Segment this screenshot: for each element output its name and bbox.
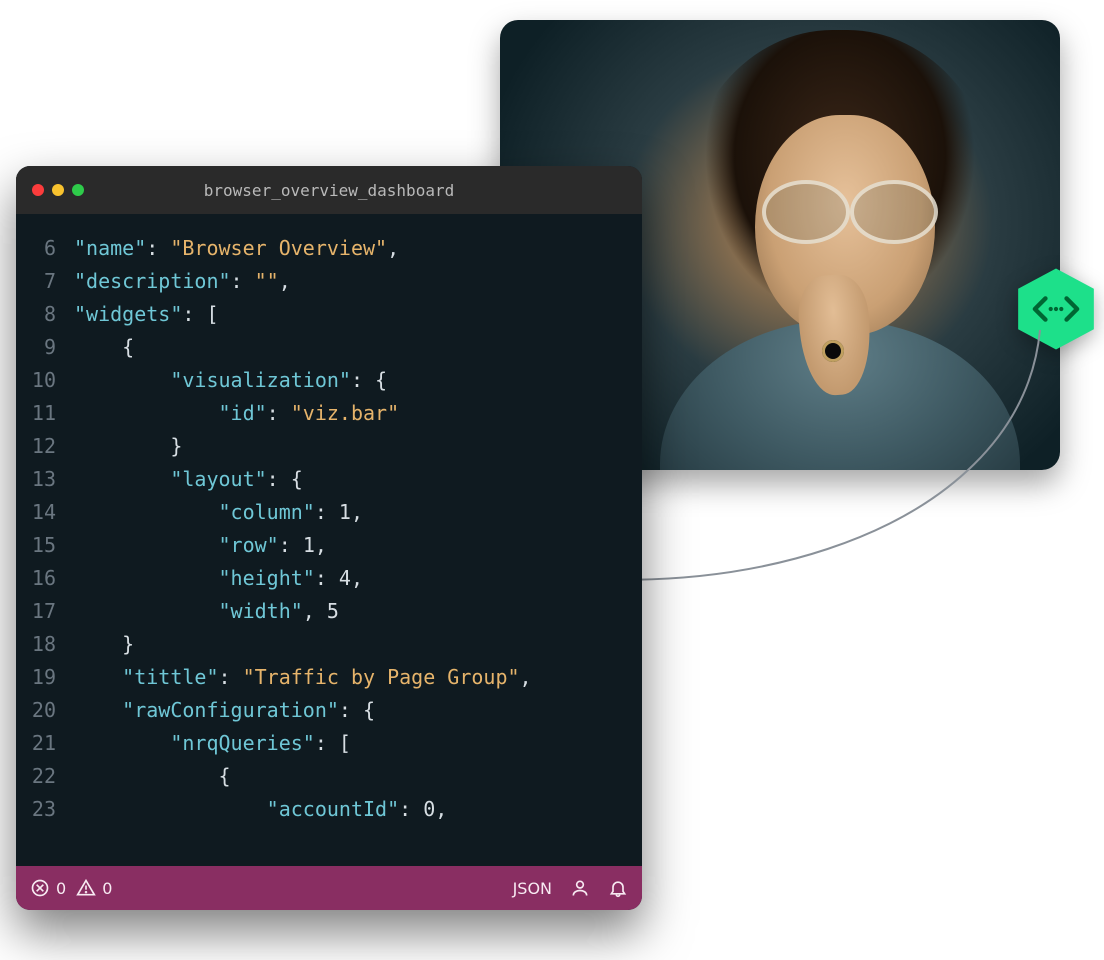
close-icon[interactable] [32, 184, 44, 196]
photo-ring [822, 340, 844, 362]
code-line[interactable]: 10 "visualization": { [16, 364, 642, 397]
code-line[interactable]: 22 { [16, 760, 642, 793]
status-bar: 0 0 JSON [16, 866, 642, 910]
code-content[interactable]: "tittle": "Traffic by Page Group", [74, 661, 642, 694]
code-line[interactable]: 16 "height": 4, [16, 562, 642, 595]
code-line[interactable]: 11 "id": "viz.bar" [16, 397, 642, 430]
code-line[interactable]: 15 "row": 1, [16, 529, 642, 562]
code-content[interactable]: "accountId": 0, [74, 793, 642, 826]
error-icon[interactable] [30, 878, 50, 898]
line-number: 9 [16, 331, 74, 364]
code-content[interactable]: "visualization": { [74, 364, 642, 397]
code-content[interactable]: { [74, 331, 642, 364]
code-line[interactable]: 20 "rawConfiguration": { [16, 694, 642, 727]
code-line[interactable]: 13 "layout": { [16, 463, 642, 496]
line-number: 19 [16, 661, 74, 694]
editor-window: browser_overview_dashboard 6"name": "Bro… [16, 166, 642, 910]
code-content[interactable]: "width", 5 [74, 595, 642, 628]
line-number: 13 [16, 463, 74, 496]
code-area[interactable]: 6"name": "Browser Overview",7"descriptio… [16, 214, 642, 866]
code-line[interactable]: 21 "nrqQueries": [ [16, 727, 642, 760]
code-content[interactable]: "column": 1, [74, 496, 642, 529]
line-number: 12 [16, 430, 74, 463]
line-number: 10 [16, 364, 74, 397]
line-number: 6 [16, 232, 74, 265]
line-number: 18 [16, 628, 74, 661]
code-line[interactable]: 19 "tittle": "Traffic by Page Group", [16, 661, 642, 694]
code-content[interactable]: "row": 1, [74, 529, 642, 562]
line-number: 21 [16, 727, 74, 760]
code-content[interactable]: "rawConfiguration": { [74, 694, 642, 727]
titlebar[interactable]: browser_overview_dashboard [16, 166, 642, 214]
code-line[interactable]: 8"widgets": [ [16, 298, 642, 331]
minimize-icon[interactable] [52, 184, 64, 196]
code-line[interactable]: 18 } [16, 628, 642, 661]
language-mode[interactable]: JSON [513, 879, 552, 898]
line-number: 15 [16, 529, 74, 562]
line-number: 11 [16, 397, 74, 430]
code-content[interactable]: { [74, 760, 642, 793]
error-count: 0 [56, 879, 66, 898]
photo-glasses [762, 180, 938, 240]
line-number: 23 [16, 793, 74, 826]
code-content[interactable]: "name": "Browser Overview", [74, 232, 642, 265]
code-content[interactable]: "id": "viz.bar" [74, 397, 642, 430]
code-line[interactable]: 17 "width", 5 [16, 595, 642, 628]
code-line[interactable]: 14 "column": 1, [16, 496, 642, 529]
code-line[interactable]: 23 "accountId": 0, [16, 793, 642, 826]
line-number: 16 [16, 562, 74, 595]
code-line[interactable]: 6"name": "Browser Overview", [16, 232, 642, 265]
line-number: 22 [16, 760, 74, 793]
code-content[interactable]: "height": 4, [74, 562, 642, 595]
code-line[interactable]: 9 { [16, 331, 642, 364]
code-hex-badge [1012, 265, 1100, 353]
line-number: 20 [16, 694, 74, 727]
code-content[interactable]: "layout": { [74, 463, 642, 496]
code-content[interactable]: "description": "", [74, 265, 642, 298]
window-controls [32, 184, 84, 196]
code-content[interactable]: "widgets": [ [74, 298, 642, 331]
line-number: 7 [16, 265, 74, 298]
code-content[interactable]: } [74, 430, 642, 463]
tab-title: browser_overview_dashboard [16, 181, 642, 200]
warning-count: 0 [102, 879, 112, 898]
line-number: 14 [16, 496, 74, 529]
code-content[interactable]: "nrqQueries": [ [74, 727, 642, 760]
line-number: 17 [16, 595, 74, 628]
code-line[interactable]: 12 } [16, 430, 642, 463]
bell-icon[interactable] [608, 878, 628, 898]
code-content[interactable]: } [74, 628, 642, 661]
code-line[interactable]: 7"description": "", [16, 265, 642, 298]
zoom-icon[interactable] [72, 184, 84, 196]
line-number: 8 [16, 298, 74, 331]
account-icon[interactable] [570, 878, 590, 898]
warning-icon[interactable] [76, 878, 96, 898]
